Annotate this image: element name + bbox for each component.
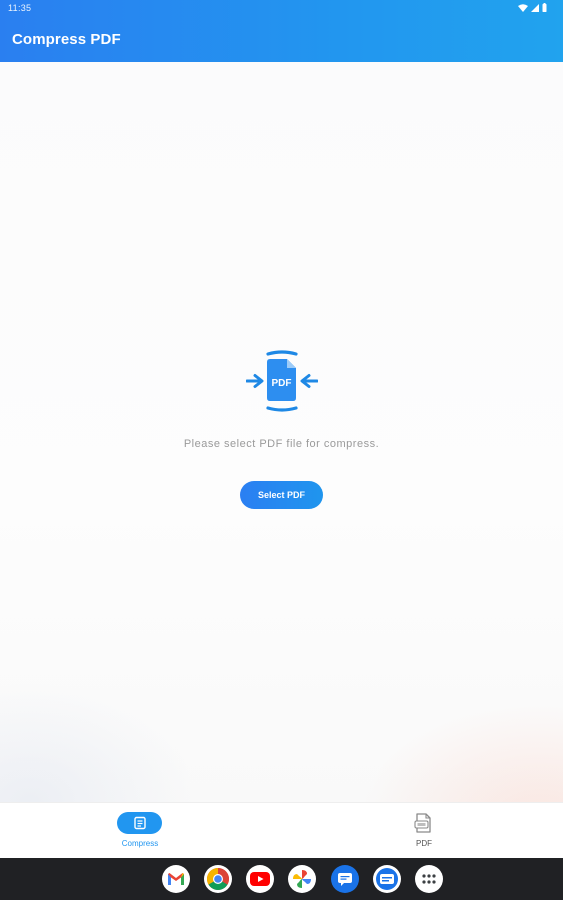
bottom-navigation: Compress PDF [0, 802, 563, 859]
top-bracket-shape [266, 350, 298, 356]
pdf-label: PDF [272, 378, 292, 389]
status-icons [518, 3, 547, 12]
system-taskbar [0, 858, 563, 900]
chrome-icon[interactable] [204, 865, 232, 893]
messages-icon[interactable] [331, 865, 359, 893]
status-bar: 11:35 [0, 0, 563, 18]
app-header: 11:35 Compress PDF [0, 0, 563, 62]
nav-item-compress[interactable]: Compress [100, 803, 180, 859]
document-fold-shape [287, 359, 296, 368]
app-drawer-icon[interactable] [415, 865, 443, 893]
bottom-bracket-shape [266, 406, 298, 412]
compress-icon [133, 816, 146, 830]
signal-icon [531, 3, 539, 12]
right-arrow-icon [300, 374, 318, 388]
app-title: Compress PDF [12, 31, 121, 48]
nav-active-indicator [117, 812, 162, 834]
status-time: 11:35 [8, 3, 32, 13]
youtube-icon[interactable] [246, 865, 274, 893]
battery-icon [542, 3, 547, 12]
gmail-icon[interactable] [162, 865, 190, 893]
empty-state-message: Please select PDF file for compress. [183, 438, 380, 450]
nav-item-pdf[interactable]: PDF [384, 803, 464, 859]
files-icon[interactable] [373, 865, 401, 893]
pdf-file-icon [414, 813, 431, 833]
wifi-icon [518, 3, 528, 12]
nav-icon-container [412, 813, 434, 833]
left-arrow-icon [246, 374, 264, 388]
nav-label-compress: Compress [121, 839, 159, 848]
photos-icon[interactable] [288, 865, 316, 893]
nav-label-pdf: PDF [416, 839, 432, 848]
main-content [0, 62, 563, 802]
select-pdf-button[interactable]: Select PDF [240, 481, 323, 509]
compress-pdf-illustration: PDF [246, 350, 318, 412]
